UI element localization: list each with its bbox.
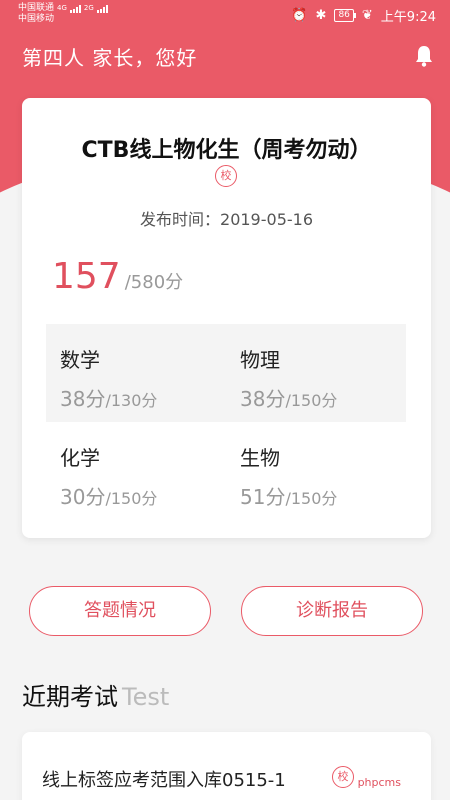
battery-icon: 86: [334, 9, 357, 22]
bluetooth-icon: ✱: [315, 8, 327, 23]
carrier-1-name: 中国联通: [18, 3, 55, 13]
school-badge: 校: [215, 165, 237, 187]
recent-section-title: 近期考试 Test: [22, 677, 169, 712]
leaf-icon: ❦: [361, 8, 373, 23]
subject-item[interactable]: 数学 38分/130分: [46, 324, 226, 422]
carrier-2-name: 中国移动: [18, 14, 55, 24]
subject-score: 51分/150分: [240, 485, 338, 509]
total-score: 157: [52, 256, 121, 297]
total-score-row: 157 /580分: [52, 256, 183, 297]
publish-label: 发布时间：: [140, 210, 221, 229]
school-badge: 校: [332, 766, 354, 788]
subject-score: 30分/150分: [60, 485, 158, 509]
watermark: phpcms: [354, 776, 404, 789]
signal-icon: [96, 4, 108, 13]
report-button[interactable]: 诊断报告: [241, 586, 423, 636]
recent-title-cn: 近期考试: [22, 683, 118, 711]
subject-score: 38分/130分: [60, 387, 158, 411]
recent-exam-card[interactable]: 线上标签应考范围入库0515-1 校: [22, 732, 431, 800]
subject-item[interactable]: 物理 38分/150分: [226, 324, 406, 422]
clock: 上午9:24: [380, 10, 436, 25]
subject-item[interactable]: 生物 51分/150分: [226, 422, 406, 520]
subject-item[interactable]: 化学 30分/150分: [46, 422, 226, 520]
status-right: ⏰ ✱ 86 ❦ 上午9:24: [291, 6, 436, 25]
subject-name: 生物: [240, 446, 280, 470]
publish-date: 2019-05-16: [220, 210, 313, 229]
subject-name: 物理: [240, 348, 280, 372]
carrier-1-network: 4G: [57, 4, 67, 12]
exam-score-card[interactable]: CTB线上物化生（周考勿动） 校 发布时间：2019-05-16 157 /58…: [22, 98, 431, 538]
recent-exam-title: 线上标签应考范围入库0515-1: [42, 770, 286, 791]
app-screen: 中国联通 4G 2G 中国移动 ⏰ ✱ 86 ❦ 上午9:24 第四人 家长，您…: [0, 0, 450, 800]
status-bar: 中国联通 4G 2G 中国移动 ⏰ ✱ 86 ❦ 上午9:24: [0, 0, 450, 30]
subject-score: 38分/150分: [240, 387, 338, 411]
total-max: /580分: [124, 272, 184, 293]
subject-grid: 数学 38分/130分 物理 38分/150分 化学 30分/150分 生物 5…: [46, 324, 406, 520]
greeting-text: 第四人 家长，您好: [22, 46, 198, 70]
alarm-icon: ⏰: [291, 8, 308, 23]
bell-icon[interactable]: [414, 44, 434, 68]
carrier-info: 中国联通 4G 2G 中国移动: [18, 3, 108, 25]
publish-date-row: 发布时间：2019-05-16: [22, 206, 431, 230]
signal-icon: [69, 4, 81, 13]
answers-button[interactable]: 答题情况: [29, 586, 211, 636]
carrier-2-network: 2G: [83, 4, 94, 12]
subject-row: 化学 30分/150分 生物 51分/150分: [46, 422, 406, 520]
exam-title: CTB线上物化生（周考勿动）: [81, 138, 372, 163]
subject-name: 化学: [60, 446, 100, 470]
subject-name: 数学: [60, 348, 100, 372]
subject-row: 数学 38分/130分 物理 38分/150分: [46, 324, 406, 422]
recent-title-en: Test: [122, 683, 170, 711]
